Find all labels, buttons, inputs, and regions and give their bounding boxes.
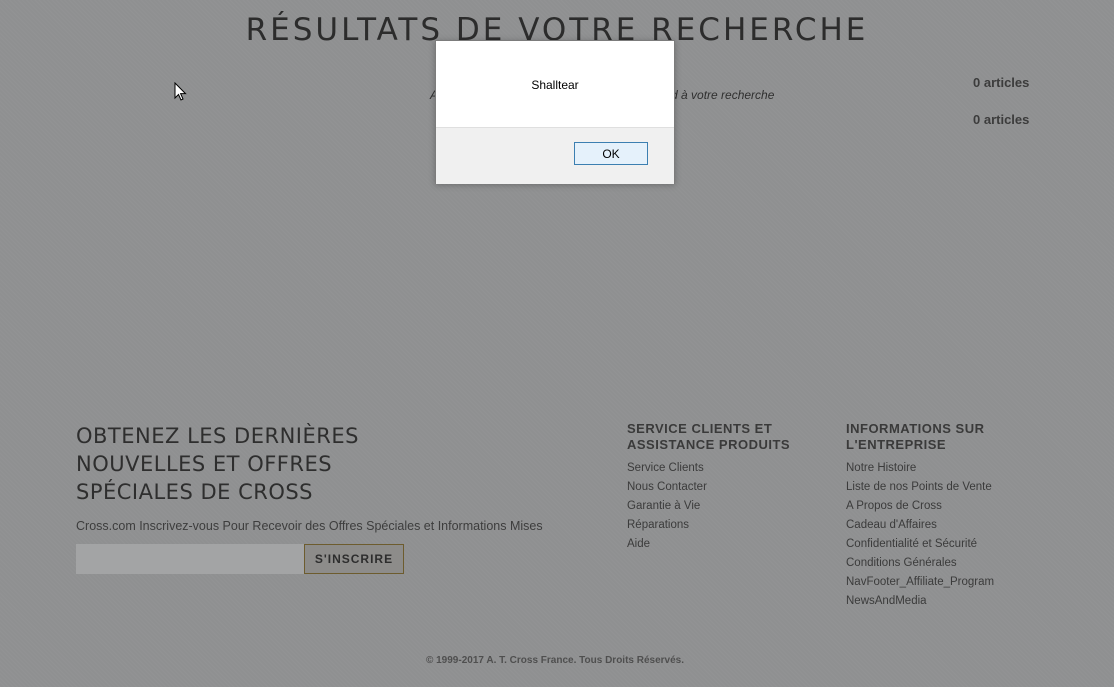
no-results-message-end: d à votre recherche: [671, 88, 775, 102]
footer-link-item: Garantie à Vie: [627, 497, 707, 516]
footer-link-item: Liste de nos Points de Vente: [846, 478, 994, 497]
footer-link-item: Aide: [627, 535, 707, 554]
footer-link-item: NewsAndMedia: [846, 592, 994, 611]
footer-link[interactable]: NewsAndMedia: [846, 595, 927, 607]
footer-link-item: Service Clients: [627, 459, 707, 478]
footer-link-item: Réparations: [627, 516, 707, 535]
footer-link[interactable]: Liste de nos Points de Vente: [846, 481, 992, 493]
result-count: 0 articles: [973, 75, 1030, 90]
footer-link[interactable]: Service Clients: [627, 462, 704, 474]
footer-link[interactable]: NavFooter_Affiliate_Program: [846, 576, 994, 588]
footer-link-item: NavFooter_Affiliate_Program: [846, 573, 994, 592]
footer-links-customer-service: Service Clients Nous Contacter Garantie …: [627, 459, 707, 554]
alert-dialog: Shalltear OK: [435, 40, 675, 184]
footer-link[interactable]: Conditions Générales: [846, 557, 957, 569]
copyright: © 1999-2017 A. T. Cross France. Tous Dro…: [425, 655, 685, 666]
footer-link-item: Notre Histoire: [846, 459, 994, 478]
footer-links-company-info: Notre Histoire Liste de nos Points de Ve…: [846, 459, 994, 611]
ok-button[interactable]: OK: [574, 142, 648, 165]
footer-link-item: A Propos de Cross: [846, 497, 994, 516]
footer-link-item: Confidentialité et Sécurité: [846, 535, 994, 554]
footer-link[interactable]: Cadeau d'Affaires: [846, 519, 937, 531]
footer-link[interactable]: Notre Histoire: [846, 462, 916, 474]
footer-link[interactable]: A Propos de Cross: [846, 500, 942, 512]
alert-message: Shalltear: [531, 78, 579, 92]
footer-link[interactable]: Aide: [627, 538, 650, 550]
footer-link[interactable]: Confidentialité et Sécurité: [846, 538, 977, 550]
alert-dialog-footer: OK: [436, 127, 674, 184]
footer-link[interactable]: Réparations: [627, 519, 689, 531]
footer-link-item: Conditions Générales: [846, 554, 994, 573]
footer-link-item: Cadeau d'Affaires: [846, 516, 994, 535]
newsletter-email-input[interactable]: [76, 544, 304, 574]
footer-link[interactable]: Nous Contacter: [627, 481, 707, 493]
footer-link-item: Nous Contacter: [627, 478, 707, 497]
footer-link[interactable]: Garantie à Vie: [627, 500, 700, 512]
newsletter-text: Cross.com Inscrivez-vous Pour Recevoir d…: [76, 519, 543, 533]
footer-heading-customer-service: SERVICE CLIENTS ET ASSISTANCE PRODUITS: [627, 421, 791, 452]
newsletter-title: OBTENEZ LES DERNIÈRES NOUVELLES ET OFFRE…: [76, 424, 359, 504]
footer-heading-company-info: INFORMATIONS SUR L'ENTREPRISE: [846, 421, 985, 452]
result-count: 0 articles: [973, 112, 1030, 127]
mouse-pointer-icon: [174, 82, 187, 101]
subscribe-button[interactable]: S'INSCRIRE: [304, 544, 404, 574]
